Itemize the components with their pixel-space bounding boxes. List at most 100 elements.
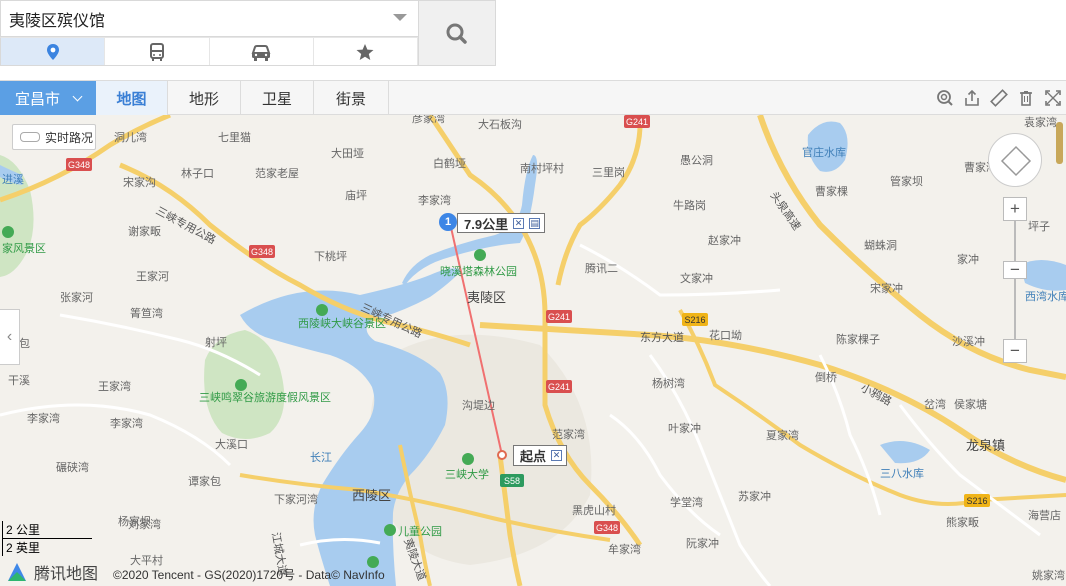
- chevron-down-icon: [72, 91, 83, 102]
- svg-text:儿童公园: 儿童公园: [398, 524, 442, 538]
- ruler-button[interactable]: [985, 81, 1012, 115]
- svg-text:愚公洞: 愚公洞: [680, 154, 713, 167]
- shield-g241: G241: [624, 115, 650, 128]
- search-input[interactable]: [1, 1, 397, 36]
- ranging-button[interactable]: [931, 81, 958, 115]
- shield-g348: G348: [249, 245, 275, 258]
- scrollbar[interactable]: [1056, 122, 1063, 164]
- svg-text:花口坳: 花口坳: [709, 328, 742, 342]
- tab-bus[interactable]: [105, 38, 210, 65]
- search-mode-tabs: [0, 37, 418, 66]
- close-icon[interactable]: ✕: [513, 217, 525, 229]
- zoom-in-button[interactable]: +: [1003, 197, 1027, 221]
- distance-label: 7.9公里 ✕ ▤: [457, 213, 546, 233]
- shield-s216: S216: [964, 494, 990, 507]
- svg-text:S216: S216: [966, 496, 987, 506]
- svg-text:G348: G348: [251, 247, 273, 257]
- zoom-track[interactable]: [1014, 221, 1016, 343]
- svg-text:下桃坪: 下桃坪: [314, 249, 347, 263]
- svg-text:三峡鸣翠谷旅游度假风景区: 三峡鸣翠谷旅游度假风景区: [199, 390, 331, 404]
- start-label: 起点 ✕: [513, 445, 568, 466]
- scale-imperial: 2 英里: [2, 539, 92, 556]
- share-button[interactable]: [958, 81, 985, 115]
- svg-text:赵家冲: 赵家冲: [708, 233, 741, 247]
- road-g241-north: [555, 115, 643, 286]
- svg-text:三里岗: 三里岗: [592, 166, 625, 179]
- map-toolbar: 宜昌市 地图 地形 卫星 街景: [0, 80, 1066, 115]
- tab-terrain[interactable]: 地形: [168, 81, 241, 115]
- collapse-panel-button[interactable]: ‹: [0, 309, 20, 365]
- svg-text:大田垭: 大田垭: [331, 146, 364, 160]
- fullscreen-icon: [1044, 90, 1061, 106]
- map-canvas[interactable]: G241 G348 G348 G241 G241 S216 S216 S58 G…: [0, 115, 1066, 586]
- svg-text:大溪口: 大溪口: [215, 437, 248, 451]
- tab-street-view[interactable]: 街景: [314, 81, 389, 115]
- svg-text:黑虎山村: 黑虎山村: [572, 503, 616, 517]
- search-button[interactable]: [418, 0, 496, 66]
- city-label: 宜昌市: [15, 90, 61, 108]
- svg-text:姚家湾: 姚家湾: [1032, 568, 1065, 582]
- svg-text:下家河湾: 下家河湾: [274, 492, 318, 506]
- star-icon: [356, 43, 374, 60]
- svg-text:林子口: 林子口: [181, 166, 214, 180]
- svg-text:大平村: 大平村: [130, 553, 163, 567]
- zoom-level-handle[interactable]: −: [1003, 260, 1027, 279]
- logo-text: 腾讯地图: [34, 566, 99, 583]
- svg-text:东方大道: 东方大道: [640, 330, 684, 344]
- clear-button[interactable]: [1012, 81, 1039, 115]
- svg-text:龙泉镇: 龙泉镇: [966, 438, 1005, 453]
- trash-icon[interactable]: ▤: [529, 217, 541, 229]
- svg-text:范家湾: 范家湾: [552, 427, 585, 441]
- shield-g241: G241: [546, 380, 572, 393]
- svg-text:南村坪村: 南村坪村: [520, 161, 564, 175]
- shield-g241: G241: [546, 310, 572, 323]
- copyright: ©2020 Tencent - GS(2020)1720号 - Data© Na…: [113, 568, 385, 582]
- tab-car[interactable]: [209, 38, 314, 65]
- pan-arrows-icon: [1000, 145, 1032, 177]
- svg-text:海营店: 海营店: [1028, 508, 1061, 522]
- svg-text:G348: G348: [596, 523, 618, 533]
- tab-map[interactable]: 地图: [96, 81, 168, 115]
- svg-text:沟堤边: 沟堤边: [462, 399, 495, 412]
- search-dropdown-icon[interactable]: [393, 14, 407, 21]
- map-tools: [931, 81, 1066, 115]
- svg-text:熊家畈: 熊家畈: [946, 515, 979, 529]
- svg-text:S58: S58: [504, 476, 520, 486]
- ruler-icon: [989, 89, 1008, 107]
- svg-text:干溪: 干溪: [8, 374, 30, 387]
- svg-text:袁家湾: 袁家湾: [1024, 115, 1057, 129]
- svg-text:西湾水库: 西湾水库: [1025, 289, 1066, 303]
- start-marker-icon: [497, 450, 507, 460]
- svg-text:G241: G241: [626, 117, 648, 127]
- close-icon[interactable]: ✕: [551, 450, 563, 461]
- svg-text:牟家湾: 牟家湾: [608, 542, 641, 556]
- scenic-marker-icon: [235, 379, 247, 391]
- pan-control[interactable]: [988, 133, 1042, 187]
- search-icon: [446, 23, 467, 44]
- svg-text:三八水库: 三八水库: [880, 467, 924, 480]
- svg-text:侯家塘: 侯家塘: [954, 397, 987, 411]
- fullscreen-button[interactable]: [1039, 81, 1066, 115]
- zoom-control: + − −: [1003, 197, 1027, 367]
- scale-metric: 2 公里: [2, 521, 92, 539]
- waypoint-marker: 1: [439, 213, 457, 231]
- zoom-out-button[interactable]: −: [1003, 339, 1027, 363]
- tencent-logo[interactable]: 腾讯地图: [6, 560, 98, 584]
- svg-text:腾讯二: 腾讯二: [585, 261, 618, 275]
- svg-text:李家湾: 李家湾: [110, 416, 143, 430]
- shield-s216: S216: [682, 313, 708, 326]
- tab-place[interactable]: [1, 38, 106, 65]
- traffic-toggle[interactable]: 实时路况: [12, 124, 96, 150]
- tab-favorites[interactable]: [313, 38, 418, 65]
- city-selector[interactable]: 宜昌市: [0, 81, 96, 115]
- park-marker-icon: [474, 249, 486, 261]
- svg-text:白鹤垭: 白鹤垭: [433, 156, 466, 170]
- tab-satellite[interactable]: 卫星: [241, 81, 314, 115]
- svg-text:家风景区: 家风景区: [2, 241, 46, 255]
- scale-bar: 2 公里 2 英里: [2, 521, 92, 556]
- search-box: [0, 0, 418, 37]
- svg-text:庙坪: 庙坪: [345, 188, 367, 202]
- svg-text:进溪: 进溪: [2, 173, 24, 186]
- road-minor: [609, 413, 721, 537]
- svg-text:苏家冲: 苏家冲: [738, 489, 771, 503]
